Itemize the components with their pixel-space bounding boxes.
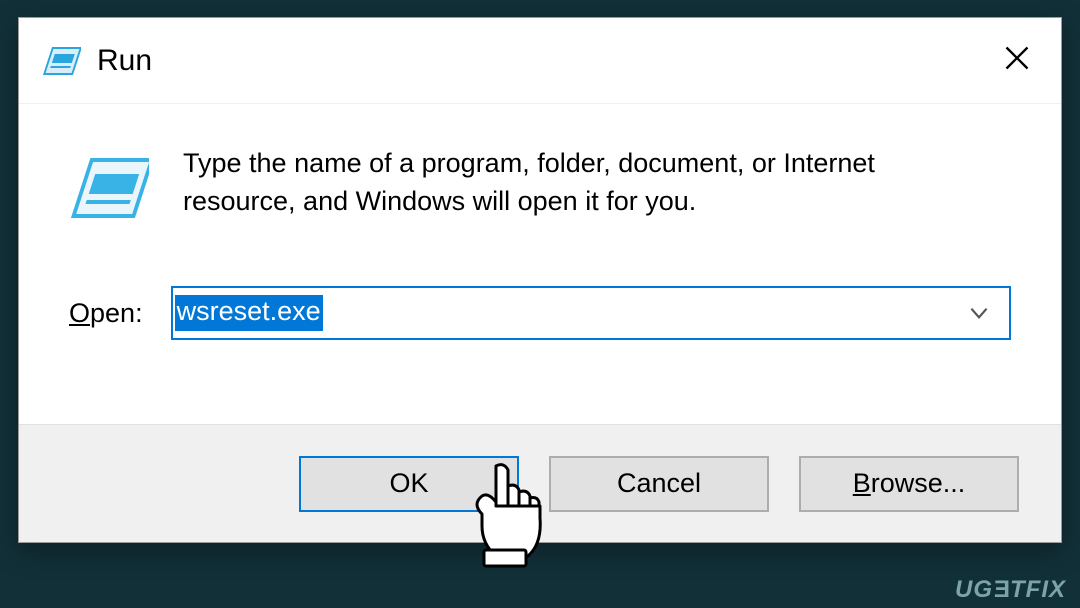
open-label: Open: xyxy=(69,298,143,329)
dialog-title: Run xyxy=(97,44,152,78)
close-icon xyxy=(1003,44,1031,72)
run-icon-large xyxy=(69,150,149,230)
open-input-value: wsreset.exe xyxy=(175,295,323,331)
cancel-button[interactable]: Cancel xyxy=(549,456,769,512)
info-row: Type the name of a program, folder, docu… xyxy=(69,144,1011,230)
ok-button[interactable]: OK xyxy=(299,456,519,512)
open-row: Open: wsreset.exe xyxy=(69,286,1011,340)
cancel-button-label: Cancel xyxy=(617,468,701,499)
button-row: OK Cancel Browse... xyxy=(19,424,1061,542)
run-dialog: Run Type the name of a program, folder, … xyxy=(18,17,1062,543)
open-input[interactable]: wsreset.exe xyxy=(173,288,949,338)
browse-button-label: Browse... xyxy=(853,468,966,499)
dialog-body: Type the name of a program, folder, docu… xyxy=(19,104,1061,340)
run-icon-small xyxy=(41,41,81,81)
watermark: UGETFIX xyxy=(955,576,1066,604)
browse-button[interactable]: Browse... xyxy=(799,456,1019,512)
open-combobox[interactable]: wsreset.exe xyxy=(171,286,1011,340)
title-bar: Run xyxy=(19,18,1061,104)
ok-button-label: OK xyxy=(389,468,428,499)
open-dropdown-button[interactable] xyxy=(949,288,1009,338)
chevron-down-icon xyxy=(966,300,992,326)
close-button[interactable] xyxy=(1001,42,1033,74)
instruction-text: Type the name of a program, folder, docu… xyxy=(183,144,983,221)
